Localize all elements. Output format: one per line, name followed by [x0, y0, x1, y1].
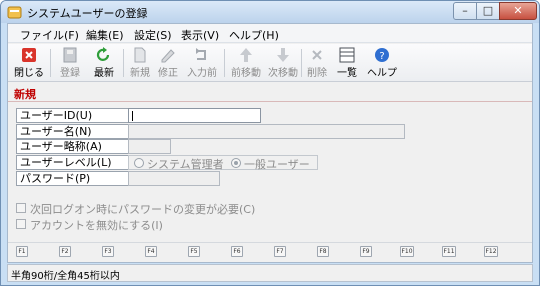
- f10-key[interactable]: F10: [400, 246, 414, 257]
- f9-key[interactable]: F9: [360, 246, 372, 257]
- maximize-icon: □: [482, 4, 494, 17]
- undo-icon: [196, 48, 206, 60]
- require-password-change-checkbox[interactable]: [16, 203, 26, 213]
- list-icon: [339, 47, 355, 63]
- app-icon: [7, 6, 22, 19]
- f2-key[interactable]: F2: [59, 246, 71, 257]
- edit-button[interactable]: 修正: [151, 46, 185, 80]
- user-abbr-input[interactable]: [128, 139, 171, 154]
- user-abbr-label: ユーザー略称(A): [16, 139, 130, 154]
- help-button[interactable]: ? ヘルプ: [364, 46, 400, 80]
- menu-help[interactable]: ヘルプ(H): [229, 27, 279, 43]
- text-caret: [132, 111, 133, 121]
- move-prev-label: 前移動: [231, 68, 261, 79]
- f8-key[interactable]: F8: [317, 246, 329, 257]
- app-window: システムユーザーの登録 – □ ✕ ファイル(F) 編集(E) 設定(S) 表示…: [0, 0, 540, 286]
- title-bar: システムユーザーの登録 – □ ✕: [1, 1, 539, 23]
- menu-settings[interactable]: 設定(S): [134, 27, 172, 43]
- delete-label: 削除: [307, 68, 327, 79]
- prev-input-button[interactable]: 入力前: [182, 46, 222, 80]
- move-prev-button[interactable]: 前移動: [226, 46, 266, 80]
- f7-key[interactable]: F7: [274, 246, 286, 257]
- register-label: 登録: [60, 68, 80, 79]
- f12-key[interactable]: F12: [484, 246, 498, 257]
- toolbar: 閉じる 登録 最新 新規 修正 入力前 前移動 次移動 削除 一覧 ? ヘルプ: [8, 44, 532, 82]
- user-id-input[interactable]: [128, 108, 261, 123]
- mode-indicator: 新規: [14, 88, 36, 101]
- list-label: 一覧: [337, 68, 357, 79]
- disable-account-checkbox[interactable]: [16, 219, 26, 229]
- close-button[interactable]: 閉じる: [12, 46, 46, 80]
- register-button[interactable]: 登録: [53, 46, 87, 80]
- maximize-button[interactable]: □: [476, 2, 500, 20]
- user-level-label: ユーザーレベル(L): [16, 155, 130, 170]
- user-name-input[interactable]: [128, 124, 405, 139]
- menu-file[interactable]: ファイル(F): [20, 27, 79, 43]
- prev-input-label: 入力前: [187, 68, 217, 79]
- move-next-label: 次移動: [268, 68, 298, 79]
- f6-key[interactable]: F6: [231, 246, 243, 257]
- refresh-label: 最新: [94, 68, 114, 79]
- f3-key[interactable]: F3: [102, 246, 114, 257]
- function-key-bar: F1 F2 F3 F4 F5 F6 F7 F8 F9 F10 F11 F12: [8, 242, 532, 258]
- level-general-label: 一般ユーザー: [244, 158, 310, 171]
- user-id-label: ユーザーID(U): [16, 108, 130, 123]
- delete-icon: [312, 50, 322, 60]
- close-label: 閉じる: [14, 68, 44, 79]
- edit-label: 修正: [158, 68, 178, 79]
- close-icon: [22, 48, 36, 62]
- disable-account-label: アカウントを無効にする(I): [30, 219, 163, 232]
- arrow-down-icon: [277, 48, 289, 62]
- require-password-change-label: 次回ログオン時にパスワードの変更が必要(C): [30, 203, 256, 216]
- user-level-group: システム管理者 一般ユーザー: [128, 155, 318, 171]
- refresh-icon: [96, 47, 110, 61]
- edit-icon: [161, 49, 175, 63]
- level-admin-radio[interactable]: [134, 158, 144, 168]
- toolbar-separator: [50, 49, 51, 77]
- level-admin-label: システム管理者: [147, 158, 224, 171]
- minimize-button[interactable]: –: [453, 2, 477, 20]
- toolbar-separator: [224, 49, 225, 77]
- user-name-label: ユーザー名(N): [16, 124, 130, 139]
- f4-key[interactable]: F4: [145, 246, 157, 257]
- menu-edit[interactable]: 編集(E): [86, 27, 124, 43]
- f11-key[interactable]: F11: [442, 246, 456, 257]
- level-general-radio[interactable]: [231, 158, 241, 168]
- move-next-button[interactable]: 次移動: [263, 46, 303, 80]
- close-icon: ✕: [513, 4, 523, 17]
- menu-bar: ファイル(F) 編集(E) 設定(S) 表示(V) ヘルプ(H): [8, 24, 532, 43]
- minimize-icon: –: [462, 4, 468, 17]
- help-label: ヘルプ: [367, 68, 397, 79]
- password-label: パスワード(P): [16, 171, 130, 186]
- new-document-icon: [134, 47, 146, 63]
- list-button[interactable]: 一覧: [330, 46, 364, 80]
- save-icon: [63, 47, 77, 63]
- divider: [8, 101, 532, 102]
- menu-view[interactable]: 表示(V): [181, 27, 219, 43]
- delete-button[interactable]: 削除: [300, 46, 334, 80]
- help-icon: ?: [375, 48, 389, 62]
- arrow-up-icon: [240, 48, 252, 62]
- window-title: システムユーザーの登録: [27, 7, 148, 20]
- status-bar: 半角90桁/全角45桁以内: [7, 264, 533, 282]
- password-input[interactable]: [128, 171, 220, 186]
- svg-text:?: ?: [379, 51, 384, 62]
- f5-key[interactable]: F5: [188, 246, 200, 257]
- client-area: ファイル(F) 編集(E) 設定(S) 表示(V) ヘルプ(H) 閉じる 登録 …: [7, 23, 533, 263]
- f1-key[interactable]: F1: [16, 246, 28, 257]
- close-window-button[interactable]: ✕: [499, 2, 537, 20]
- status-text: 半角90桁/全角45桁以内: [11, 271, 120, 282]
- refresh-button[interactable]: 最新: [87, 46, 121, 80]
